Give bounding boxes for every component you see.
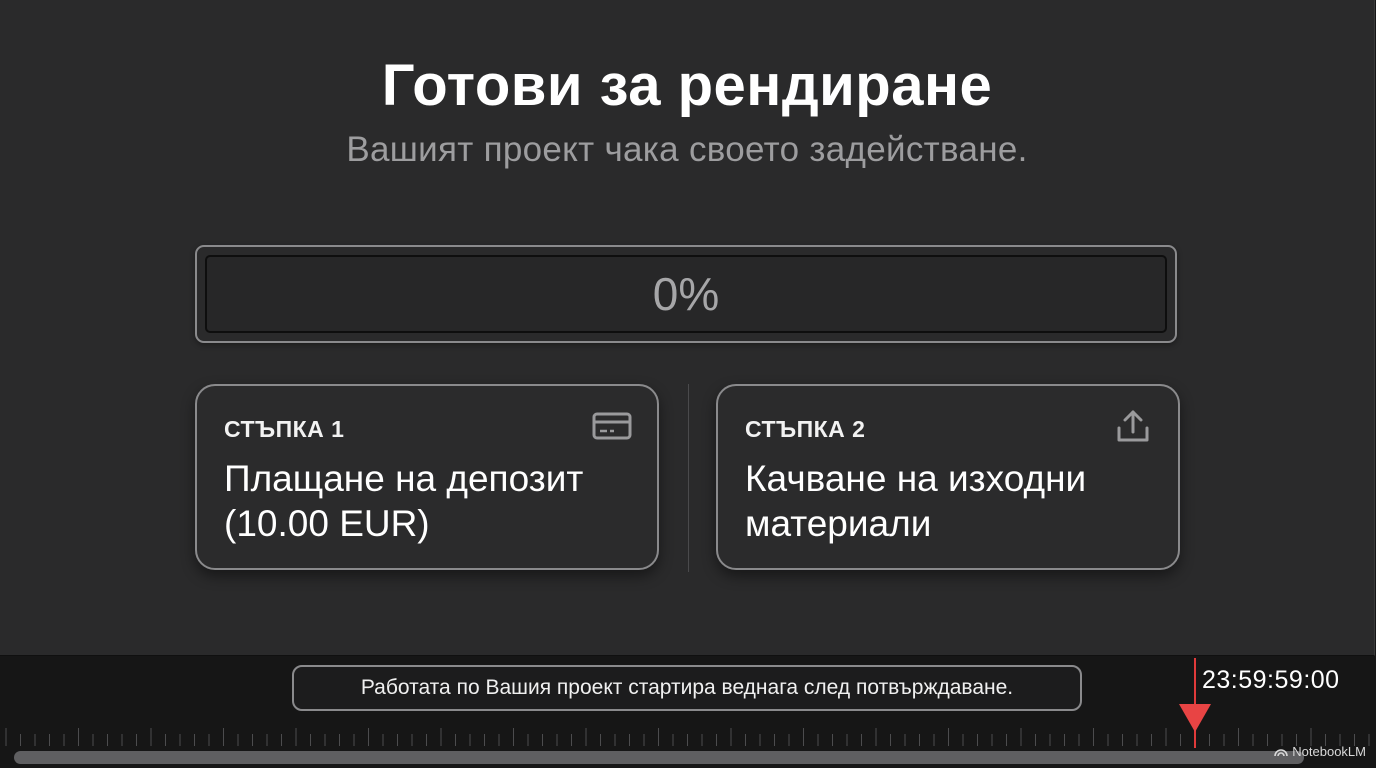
- page-subtitle: Вашият проект чака своето задействане.: [346, 130, 1028, 169]
- timeline-scrollbar[interactable]: [14, 751, 1304, 764]
- step-card-deposit[interactable]: СТЪПКА 1 Плащане на депозит (10.00 EUR): [195, 384, 659, 570]
- step-description: Плащане на депозит (10.00 EUR): [224, 458, 584, 544]
- credit-card-icon: [592, 412, 632, 440]
- timeline-ruler[interactable]: [0, 722, 1376, 748]
- playhead-marker[interactable]: [1179, 704, 1211, 732]
- step-description: Качване на изходни материали: [745, 458, 1087, 544]
- upload-icon: [1117, 410, 1149, 442]
- step-label: СТЪПКА 1: [224, 416, 345, 442]
- render-progress-bar: 0%: [195, 245, 1177, 343]
- page-title: Готови за рендиране: [381, 53, 993, 118]
- step-card-upload[interactable]: СТЪПКА 2 Качване на изходни материали: [716, 384, 1180, 570]
- card-divider: [688, 384, 689, 572]
- progress-percent: 0%: [652, 268, 720, 320]
- step-label: СТЪПКА 2: [745, 416, 866, 442]
- brand-label: NotebookLM: [1292, 744, 1366, 759]
- brand-watermark: NotebookLM: [1274, 744, 1366, 759]
- progress-track: 0%: [205, 255, 1167, 333]
- start-notice: Работата по Вашия проект стартира веднаг…: [292, 665, 1082, 711]
- notebooklm-logo-icon: [1274, 748, 1289, 756]
- render-screen: Готови за рендиране Вашият проект чака с…: [0, 0, 1375, 656]
- playhead-line[interactable]: [1194, 658, 1196, 748]
- timecode-display: 23:59:59:00: [1202, 666, 1340, 694]
